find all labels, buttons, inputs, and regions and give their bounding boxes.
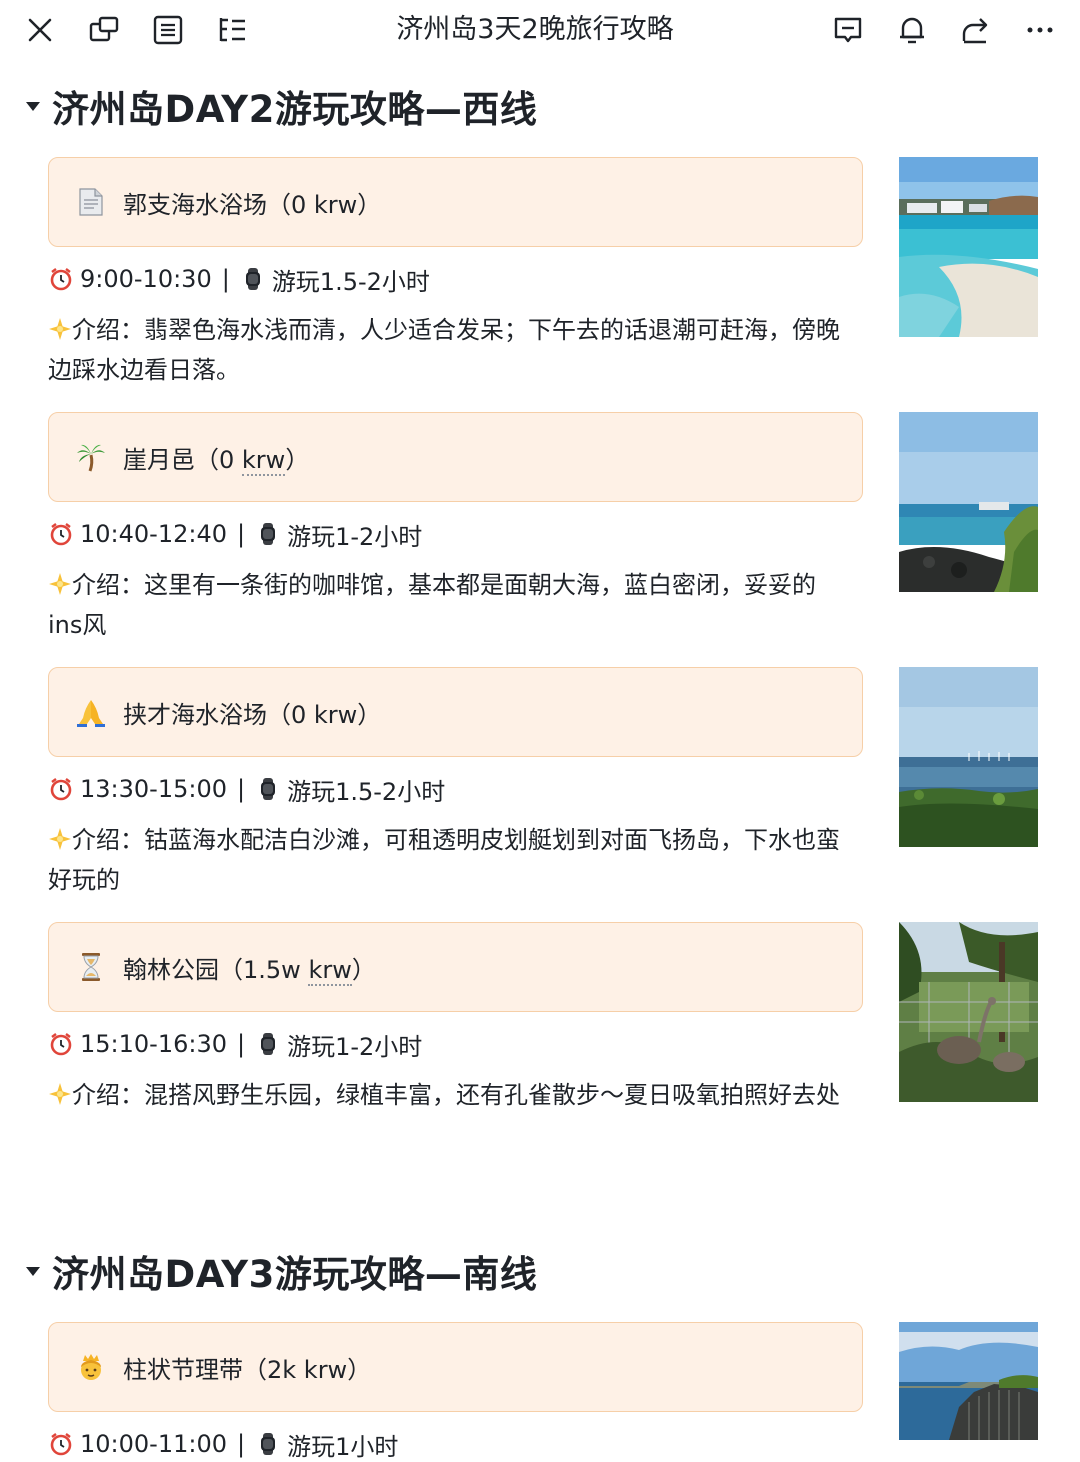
divider: |: [221, 265, 230, 293]
sparkle-star-icon: [49, 828, 71, 850]
spot-intro: 介绍：混搭风野生乐园，绿植丰富，还有孔雀散步～夏日吸氧拍照好去处: [48, 1075, 848, 1115]
list-tree-icon[interactable]: [214, 12, 250, 48]
watch-icon: [255, 1431, 281, 1457]
sparkle-star-icon: [49, 1083, 71, 1105]
close-icon[interactable]: [22, 12, 58, 48]
palm-tree-icon: [73, 439, 109, 475]
spot-timeline: 10:40-12:40 | 游玩1-2小时: [48, 517, 422, 551]
spot-duration: 游玩1.5-2小时: [271, 267, 430, 296]
spot-name-main: 翰林公园（1.5w: [123, 955, 309, 984]
spot-intro: 介绍：翡翠色海水浅而清，人少适合发呆；下午去的话退潮可赶海，傍晚边踩水边看日落。: [48, 310, 848, 390]
spot-name-end: ）: [285, 445, 310, 474]
section-title: 济州岛DAY2游玩攻略—西线: [52, 88, 538, 131]
divider: |: [237, 1030, 246, 1058]
spot-timeline: 9:00-10:30 | 游玩1.5-2小时: [48, 262, 430, 296]
watch-icon: [240, 266, 266, 292]
spot-duration: 游玩1小时: [287, 1432, 399, 1461]
sea-photo[interactable]: [899, 667, 1038, 847]
spot-name: 挟才海水浴场（0 krw）: [123, 700, 382, 729]
share-icon[interactable]: [958, 12, 994, 48]
spot-timeline: 13:30-15:00 | 游玩1.5-2小时: [48, 772, 445, 806]
watch-icon: [255, 1031, 281, 1057]
park-photo[interactable]: [899, 922, 1038, 1102]
spot-timeline: 15:10-16:30 | 游玩1-2小时: [48, 1027, 422, 1061]
document-icon: [73, 184, 109, 220]
spot-intro: 介绍：钴蓝海水配洁白沙滩，可租透明皮划艇划到对面飞扬岛，下水也蛮好玩的: [48, 820, 848, 900]
collapse-caret-icon[interactable]: [26, 101, 40, 111]
more-icon[interactable]: [1022, 12, 1058, 48]
spot-name: 翰林公园（1.5w krw）: [123, 950, 376, 986]
section-heading-day2[interactable]: 济州岛DAY2游玩攻略—西线: [22, 80, 537, 132]
intro-text: 介绍：翡翠色海水浅而清，人少适合发呆；下午去的话退潮可赶海，傍晚边踩水边看日落。: [48, 316, 840, 384]
top-bar: 济州岛3天2晚旅行攻略: [0, 0, 1080, 60]
spot-duration: 游玩1-2小时: [287, 522, 423, 551]
divider: |: [237, 520, 246, 548]
collapse-caret-icon[interactable]: [26, 1266, 40, 1276]
pray-hands-icon: [73, 694, 109, 730]
watch-icon: [255, 521, 281, 547]
sparkle-star-icon: [49, 318, 71, 340]
spot-name-main: 崖月邑（0: [123, 445, 242, 474]
alarm-clock-icon: [48, 1431, 74, 1457]
spot-time: 10:40-12:40: [80, 520, 227, 548]
section-heading-day3[interactable]: 济州岛DAY3游玩攻略—南线: [22, 1245, 537, 1297]
new-window-icon[interactable]: [86, 12, 122, 48]
spot-timeline: 10:00-11:00 | 游玩1小时: [48, 1427, 398, 1461]
spot-name: 郭支海水浴场（0 krw）: [123, 190, 382, 219]
spot-name: 柱状节理带（2k krw）: [123, 1355, 372, 1384]
bell-icon[interactable]: [894, 12, 930, 48]
intro-text: 介绍：这里有一条街的咖啡馆，基本都是面朝大海，蓝白密闭，妥妥的ins风: [48, 571, 816, 639]
watch-icon: [255, 776, 281, 802]
alarm-clock-icon: [48, 776, 74, 802]
spot-time: 9:00-10:30: [80, 265, 212, 293]
intro-text: 介绍：混搭风野生乐园，绿植丰富，还有孔雀散步～夏日吸氧拍照好去处: [72, 1081, 840, 1109]
coast-photo[interactable]: [899, 412, 1038, 592]
spot-duration: 游玩1.5-2小时: [287, 777, 446, 806]
spot-name-currency: krw: [241, 445, 286, 476]
divider: |: [237, 775, 246, 803]
spot-name-end: ）: [351, 955, 376, 984]
beach-photo[interactable]: [899, 157, 1038, 337]
spot-name-currency: krw: [308, 955, 352, 986]
section-title: 济州岛DAY3游玩攻略—南线: [52, 1253, 538, 1296]
spot-intro: 介绍：这里有一条街的咖啡馆，基本都是面朝大海，蓝白密闭，妥妥的ins风: [48, 565, 848, 645]
alarm-clock-icon: [48, 1031, 74, 1057]
spot-duration: 游玩1-2小时: [287, 1032, 423, 1061]
divider: |: [237, 1430, 246, 1458]
spot-card[interactable]: 翰林公园（1.5w krw）: [48, 922, 863, 1012]
comment-icon[interactable]: [830, 12, 866, 48]
spot-card[interactable]: 挟才海水浴场（0 krw）: [48, 667, 863, 757]
alarm-clock-icon: [48, 521, 74, 547]
spot-time: 10:00-11:00: [80, 1430, 227, 1458]
sparkle-star-icon: [49, 573, 71, 595]
intro-text: 介绍：钴蓝海水配洁白沙滩，可租透明皮划艇划到对面飞扬岛，下水也蛮好玩的: [48, 826, 840, 894]
cliff-photo[interactable]: [899, 1322, 1038, 1440]
spot-card[interactable]: 崖月邑（0 krw）: [48, 412, 863, 502]
page-title: 济州岛3天2晚旅行攻略: [396, 14, 674, 45]
alarm-clock-icon: [48, 266, 74, 292]
document-outline-icon[interactable]: [150, 12, 186, 48]
spot-name: 崖月邑（0 krw）: [123, 440, 310, 476]
princess-icon: [73, 1349, 109, 1385]
spot-time: 13:30-15:00: [80, 775, 227, 803]
spot-card[interactable]: 郭支海水浴场（0 krw）: [48, 157, 863, 247]
spot-time: 15:10-16:30: [80, 1030, 227, 1058]
hourglass-icon: [73, 949, 109, 985]
spot-card[interactable]: 柱状节理带（2k krw）: [48, 1322, 863, 1412]
